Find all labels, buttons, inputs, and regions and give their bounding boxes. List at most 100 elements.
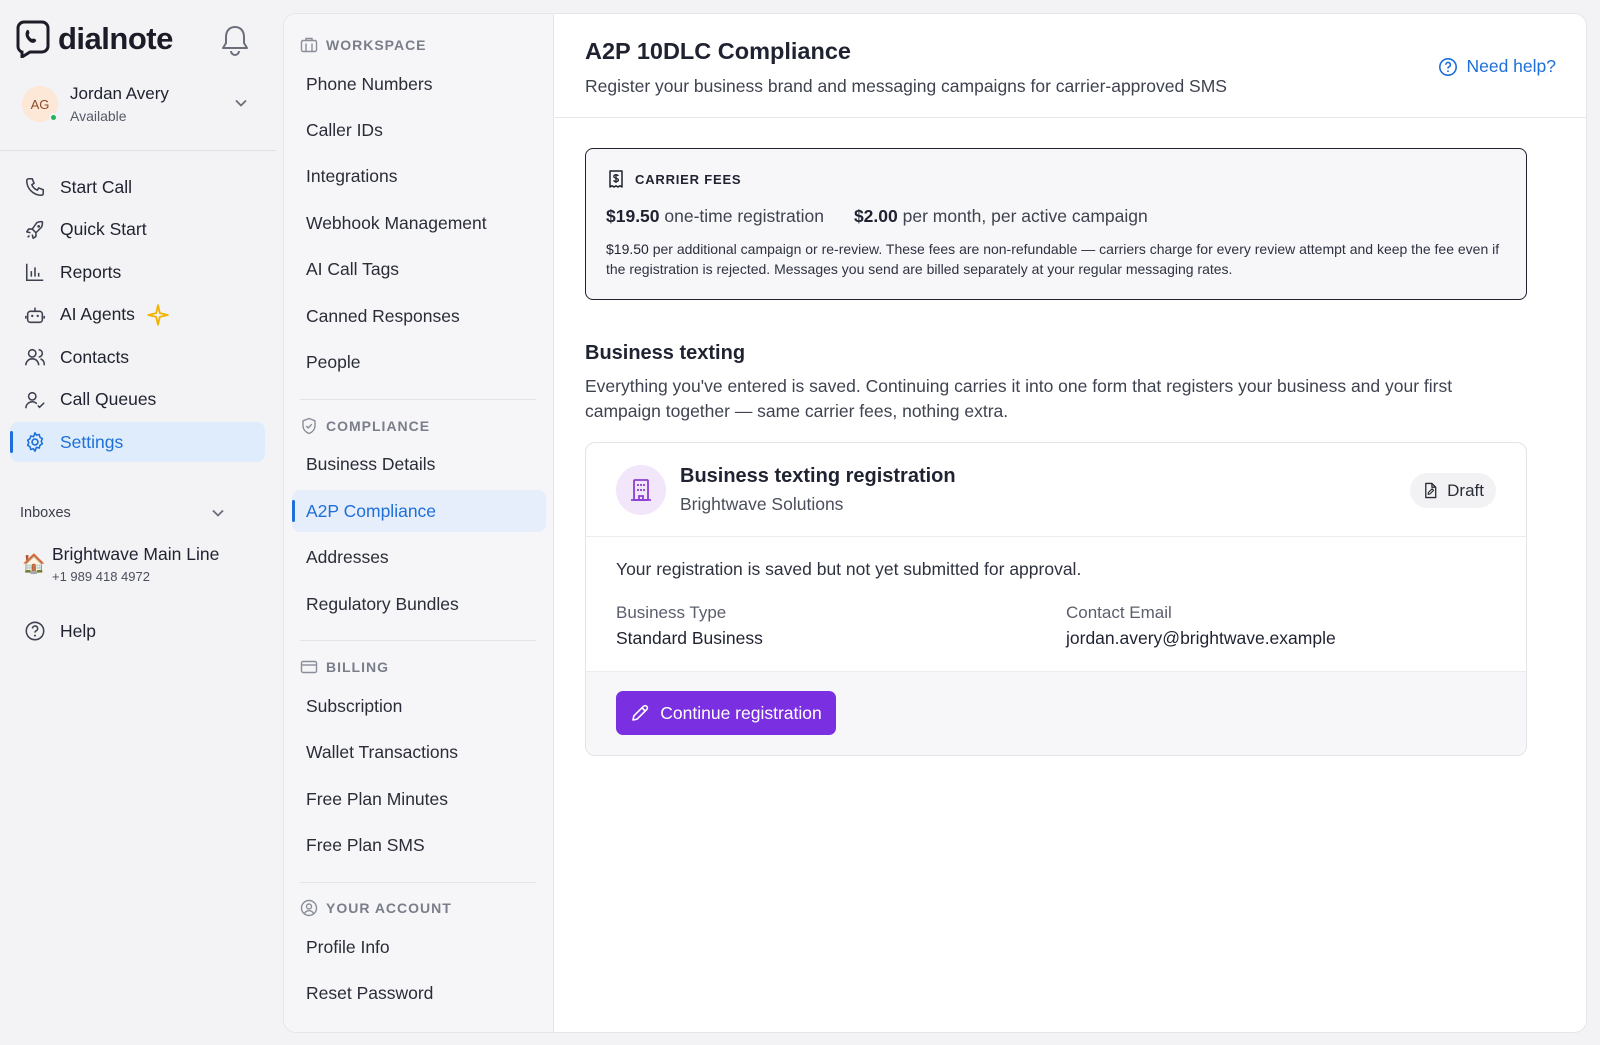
- subnav-wallet-transactions[interactable]: Wallet Transactions: [292, 731, 546, 773]
- page-header: A2P 10DLC Compliance Register your busin…: [555, 14, 1586, 118]
- settings-panel: WORKSPACE Phone Numbers Caller IDs Integ…: [284, 14, 1586, 1032]
- receipt-icon: [609, 170, 623, 188]
- inboxes-toggle[interactable]: Inboxes: [20, 505, 225, 521]
- subnav-people[interactable]: People: [292, 341, 546, 383]
- business-texting-title: Business texting: [585, 342, 746, 364]
- subnav-webhook-management[interactable]: Webhook Management: [292, 202, 546, 244]
- help-label: Help: [60, 620, 96, 641]
- nav-item-ai-agents[interactable]: AI Agents: [10, 295, 265, 335]
- registration-card-title: Business texting registration: [680, 465, 956, 487]
- main-content: A2P 10DLC Compliance Register your busin…: [555, 14, 1586, 1032]
- registration-card: Business texting registration Brightwave…: [585, 442, 1527, 756]
- subnav-free-plan-minutes[interactable]: Free Plan Minutes: [292, 778, 546, 820]
- nav-item-label: Call Queues: [60, 389, 157, 409]
- subnav-subscription[interactable]: Subscription: [292, 685, 546, 727]
- user-name: Jordan Avery: [70, 84, 169, 103]
- bar-chart-icon: [25, 263, 44, 282]
- subnav-regulatory-bundles[interactable]: Regulatory Bundles: [292, 583, 546, 625]
- registration-fee-amount: $19.50: [606, 206, 660, 226]
- page-title: A2P 10DLC Compliance: [585, 38, 851, 64]
- contact-email-value: jordan.avery@brightwave.example: [1066, 628, 1336, 648]
- brand-logo[interactable]: dialnote: [16, 20, 173, 58]
- subnav-a2p-compliance[interactable]: A2P Compliance: [292, 490, 546, 532]
- building-icon-badge: [616, 465, 666, 515]
- status-badge: Draft: [1410, 473, 1496, 508]
- monthly-fee-label: per month, per active campaign: [902, 206, 1148, 226]
- divider: [300, 882, 536, 883]
- page-subtitle: Register your business brand and messagi…: [585, 76, 1227, 96]
- registration-card-header: Business texting registration Brightwave…: [586, 443, 1526, 537]
- pencil-icon: [632, 704, 649, 721]
- section-compliance: COMPLIANCE: [300, 417, 430, 435]
- business-type-value: Standard Business: [616, 628, 763, 648]
- user-menu[interactable]: AG Jordan Avery Available: [22, 82, 254, 126]
- nav-item-label: Reports: [60, 261, 122, 282]
- carrier-fees-heading: CARRIER FEES: [606, 169, 741, 189]
- subnav-profile-info[interactable]: Profile Info: [292, 926, 546, 968]
- gear-icon: [26, 432, 44, 452]
- registration-organization: Brightwave Solutions: [680, 494, 844, 514]
- credit-card-icon: [300, 660, 318, 674]
- subnav-free-plan-sms[interactable]: Free Plan SMS: [292, 824, 546, 866]
- help-circle-icon: [25, 621, 45, 641]
- nav-item-label: Contacts: [60, 346, 130, 367]
- subnav-caller-ids[interactable]: Caller IDs: [292, 109, 546, 151]
- need-help-link[interactable]: Need help?: [1438, 56, 1556, 77]
- main-nav: Start Call Quick Start Reports AI Agents…: [10, 167, 265, 465]
- nav-item-reports[interactable]: Reports: [10, 252, 265, 292]
- divider: [0, 150, 276, 151]
- inbox-item[interactable]: 🏠 Brightwave Main Line +1 989 418 4972: [22, 544, 219, 584]
- divider: [300, 640, 536, 641]
- rocket-icon: [25, 220, 44, 239]
- user-status: Available: [70, 108, 127, 124]
- additional-fee-amount: $19.50: [606, 241, 649, 257]
- subnav-business-details[interactable]: Business Details: [292, 443, 546, 485]
- divider: [300, 399, 536, 400]
- nav-item-contacts[interactable]: Contacts: [10, 337, 265, 377]
- status-dot: [49, 113, 58, 122]
- subnav-integrations[interactable]: Integrations: [292, 155, 546, 197]
- business-texting-description: Everything you've entered is saved. Cont…: [585, 376, 1453, 421]
- brand-name: dialnote: [58, 21, 173, 56]
- continue-registration-button[interactable]: Continue registration: [616, 691, 836, 735]
- nav-item-label: Quick Start: [60, 219, 147, 239]
- nav-item-quick-start[interactable]: Quick Start: [10, 210, 265, 250]
- help-link[interactable]: Help: [24, 620, 96, 642]
- need-help-label: Need help?: [1466, 56, 1556, 76]
- user-circle-icon: [300, 899, 318, 917]
- nav-item-label: AI Agents: [60, 304, 135, 324]
- registration-fee-label: one-time registration: [664, 206, 824, 226]
- file-edit-icon: [1425, 482, 1437, 499]
- sparkle-icon: [147, 303, 169, 326]
- additional-fee-text: per additional campaign or re-review. Th…: [606, 241, 1500, 277]
- contact-email-label: Contact Email: [1066, 603, 1172, 622]
- inboxes-heading: Inboxes: [20, 505, 71, 521]
- nav-item-settings[interactable]: Settings: [10, 422, 265, 462]
- briefcase-icon: [300, 37, 318, 53]
- dialnote-logo-icon: [16, 20, 50, 58]
- subnav-phone-numbers[interactable]: Phone Numbers: [292, 63, 546, 105]
- user-check-icon: [25, 391, 45, 408]
- chevron-down-icon: [212, 509, 224, 517]
- section-your-account: YOUR ACCOUNT: [300, 899, 452, 917]
- house-emoji-icon: 🏠: [22, 554, 46, 575]
- subnav-canned-responses[interactable]: Canned Responses: [292, 295, 546, 337]
- notifications-bell-icon[interactable]: [220, 24, 250, 56]
- subnav-addresses[interactable]: Addresses: [292, 536, 546, 578]
- section-billing: BILLING: [300, 658, 389, 676]
- shield-check-icon: [302, 417, 316, 435]
- nav-item-label: Start Call: [60, 176, 132, 197]
- monthly-fee-amount: $2.00: [853, 206, 898, 226]
- inbox-number: +1 989 418 4972: [52, 569, 150, 584]
- robot-icon: [25, 307, 45, 323]
- carrier-fees-summary: $19.50 one-time registration $2.00 per m…: [606, 206, 1148, 227]
- nav-item-call-queues[interactable]: Call Queues: [10, 380, 265, 420]
- building-icon: [631, 479, 651, 501]
- carrier-fees-box: CARRIER FEES $19.50 one-time registratio…: [585, 148, 1527, 300]
- contacts-icon: [25, 348, 46, 366]
- subnav-ai-call-tags[interactable]: AI Call Tags: [292, 248, 546, 290]
- registration-status-message: Your registration is saved but not yet s…: [616, 559, 1082, 579]
- inbox-name: Brightwave Main Line: [52, 544, 220, 564]
- nav-item-start-call[interactable]: Start Call: [10, 167, 265, 207]
- subnav-reset-password[interactable]: Reset Password: [292, 972, 546, 1014]
